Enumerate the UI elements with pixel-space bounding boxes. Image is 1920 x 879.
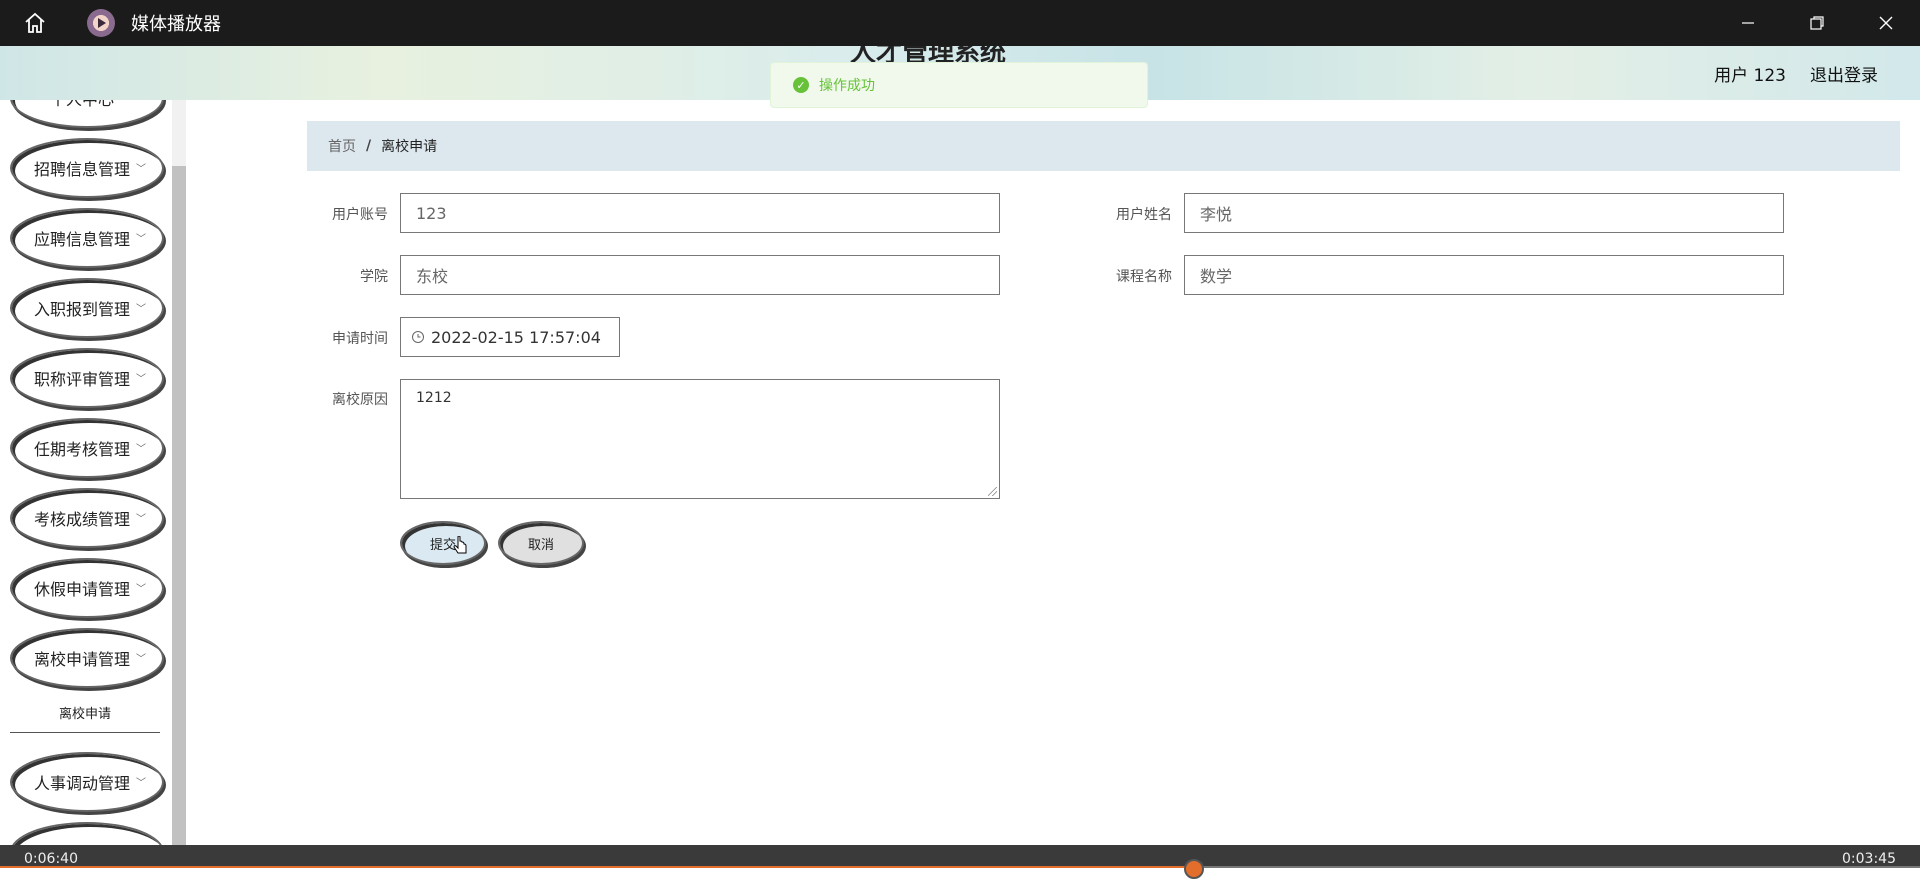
sidebar-item-label: 任期考核管理 [33, 440, 130, 459]
sidebar-item-label: 入职报到管理 [33, 300, 130, 319]
reason-textarea[interactable]: 1212 [400, 379, 1000, 499]
submit-button[interactable]: 提交 [400, 521, 486, 565]
toast-message: 操作成功 [819, 78, 875, 94]
chevron-down-icon: ﹀ [136, 443, 146, 455]
sidebar-item-transfer[interactable]: 人事调动管理 ﹀ [10, 752, 164, 812]
time-value: 2022-02-15 17:57:04 [431, 327, 601, 347]
name-value: 李悦 [1200, 205, 1233, 224]
account-value: 123 [416, 203, 447, 223]
sidebar-item-departure-request[interactable]: 离校申请管理 ﹀ [10, 628, 164, 688]
account-label: 用户账号 [332, 207, 388, 223]
time-field[interactable]: 2022-02-15 17:57:04 [400, 317, 620, 357]
check-circle-icon: ✓ [793, 77, 809, 93]
clock-icon [411, 330, 425, 344]
current-user: 用户 123 [1714, 66, 1786, 86]
sidebar-item-label: 职称评审管理 [33, 370, 130, 389]
pointer-cursor-icon [452, 535, 470, 562]
breadcrumb: 首页 / 离校申请 [307, 121, 1900, 171]
sidebar-item-assessment-scores[interactable]: 考核成绩管理 ﹀ [10, 488, 164, 548]
name-label: 用户姓名 [1116, 207, 1172, 223]
college-field[interactable]: 东校 [400, 255, 1000, 295]
sidebar-scrollbar-thumb[interactable] [172, 166, 186, 868]
reason-label: 离校原因 [332, 392, 388, 408]
media-control-bar: 0:06:40 0:03:45 [0, 845, 1920, 879]
title-bar: 媒体播放器 [0, 0, 1920, 46]
cancel-button-label: 取消 [527, 537, 554, 553]
play-icon [87, 9, 115, 37]
sidebar-item-profile[interactable]: 个人中心 [10, 100, 164, 128]
sidebar: 个人中心 招聘信息管理 ﹀ 应聘信息管理 ﹀ 入职报到管理 ﹀ 职称评审管理 ﹀… [0, 100, 186, 868]
restore-icon[interactable] [1782, 0, 1851, 46]
window-title: 媒体播放器 [131, 14, 221, 35]
chevron-down-icon: ﹀ [136, 373, 146, 385]
home-icon[interactable] [17, 5, 53, 41]
sidebar-item-term-assessment[interactable]: 任期考核管理 ﹀ [10, 418, 164, 478]
sidebar-item-onboarding[interactable]: 入职报到管理 ﹀ [10, 278, 164, 338]
resize-grip-icon[interactable] [988, 487, 997, 496]
sidebar-item-label: 人事调动管理 [33, 774, 130, 793]
breadcrumb-home[interactable]: 首页 [328, 136, 356, 156]
total-time: 0:03:45 [1842, 851, 1896, 867]
sidebar-item-title-review[interactable]: 职称评审管理 ﹀ [10, 348, 164, 408]
submenu-departure-request[interactable]: 离校申请 [10, 692, 160, 733]
close-icon[interactable] [1851, 0, 1920, 46]
seek-handle[interactable] [1184, 859, 1204, 879]
time-label: 申请时间 [332, 331, 388, 347]
college-label: 学院 [360, 269, 388, 285]
breadcrumb-current: 离校申请 [381, 139, 438, 155]
logout-link[interactable]: 退出登录 [1810, 61, 1878, 86]
course-label: 课程名称 [1116, 269, 1172, 285]
college-value: 东校 [416, 267, 449, 286]
name-field[interactable]: 李悦 [1184, 193, 1784, 233]
chevron-down-icon: ﹀ [136, 653, 146, 665]
cancel-button[interactable]: 取消 [498, 521, 584, 565]
chevron-down-icon: ﹀ [136, 513, 146, 525]
sidebar-item-label: 应聘信息管理 [33, 230, 130, 249]
chevron-down-icon: ﹀ [136, 583, 146, 595]
course-value: 数学 [1200, 267, 1233, 286]
chevron-down-icon: ﹀ [136, 233, 146, 245]
reason-value: 1212 [416, 390, 452, 406]
course-field[interactable]: 数学 [1184, 255, 1784, 295]
breadcrumb-separator: / [366, 138, 372, 154]
sidebar-item-label: 招聘信息管理 [33, 160, 130, 179]
current-time: 0:06:40 [24, 851, 78, 867]
chevron-down-icon: ﹀ [136, 303, 146, 315]
success-toast: ✓ 操作成功 [770, 62, 1148, 108]
sidebar-item-leave-request[interactable]: 休假申请管理 ﹀ [10, 558, 164, 618]
chevron-down-icon: ﹀ [136, 777, 146, 789]
sidebar-item-label: 考核成绩管理 [33, 510, 130, 529]
account-field[interactable]: 123 [400, 193, 1000, 233]
sidebar-item-recruit-info[interactable]: 招聘信息管理 ﹀ [10, 138, 164, 198]
sidebar-item-label: 休假申请管理 [33, 580, 130, 599]
sidebar-item-label: 离校申请管理 [33, 650, 130, 669]
chevron-down-icon: ﹀ [136, 163, 146, 175]
minimize-icon[interactable] [1713, 0, 1782, 46]
sidebar-item-label: 个人中心 [50, 100, 114, 110]
sidebar-item-application-info[interactable]: 应聘信息管理 ﹀ [10, 208, 164, 268]
